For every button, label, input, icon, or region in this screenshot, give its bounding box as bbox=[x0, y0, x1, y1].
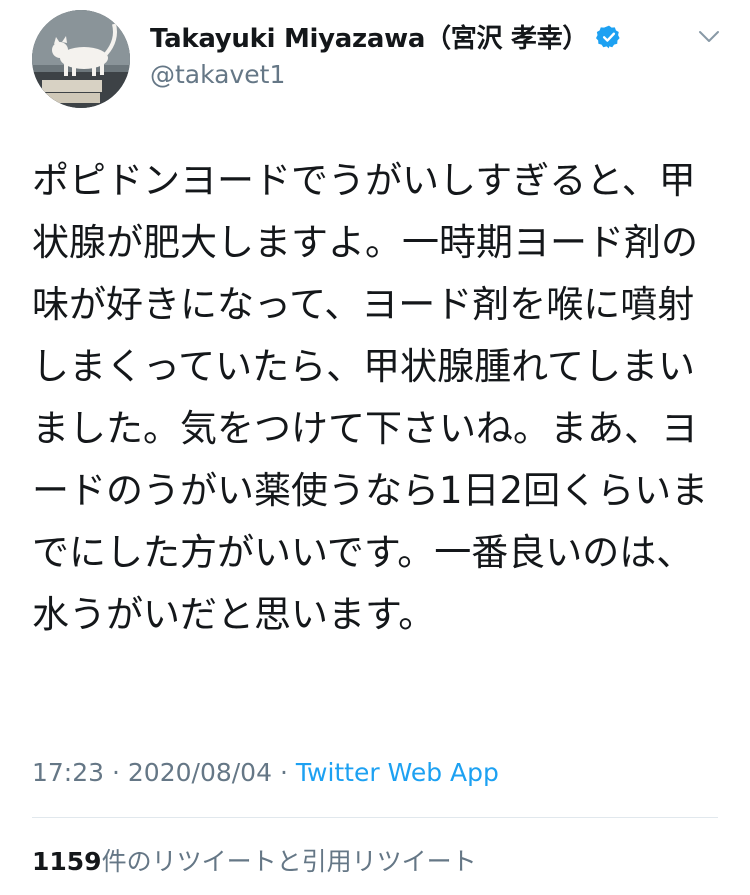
tweet-time[interactable]: 17:23 bbox=[32, 758, 104, 787]
tweet-date[interactable]: 2020/08/04 bbox=[128, 758, 272, 787]
meta-separator: · bbox=[279, 758, 296, 787]
avatar[interactable] bbox=[32, 10, 130, 108]
author-handle[interactable]: @takavet1 bbox=[150, 60, 285, 89]
cat-photo-avatar-icon bbox=[32, 10, 130, 108]
author-name-row[interactable]: Takayuki Miyazawa（宮沢 孝幸） bbox=[150, 18, 622, 55]
tweet-detail: Takayuki Miyazawa（宮沢 孝幸） @takavet1 ポピドンヨ… bbox=[0, 0, 750, 895]
verified-badge-icon bbox=[596, 25, 620, 48]
author-display-name[interactable]: Takayuki Miyazawa（宮沢 孝幸） bbox=[150, 18, 588, 55]
tweet-source-link[interactable]: Twitter Web App bbox=[296, 758, 499, 787]
tweet-text: ポピドンヨードでうがいしすぎると、甲状腺が肥大しますよ。一時期ヨード剤の味が好き… bbox=[32, 159, 709, 636]
retweet-label: 件のリツイートと引用リツイート bbox=[101, 847, 477, 876]
chevron-down-icon[interactable] bbox=[698, 30, 720, 44]
divider bbox=[32, 817, 718, 818]
retweet-count: 1159 bbox=[32, 847, 102, 876]
meta-separator: · bbox=[112, 758, 128, 787]
tweet-meta: 17:23 · 2020/08/04 · Twitter Web App bbox=[32, 758, 499, 787]
retweet-stats[interactable]: 1159件のリツイートと引用リツイート bbox=[32, 842, 477, 878]
